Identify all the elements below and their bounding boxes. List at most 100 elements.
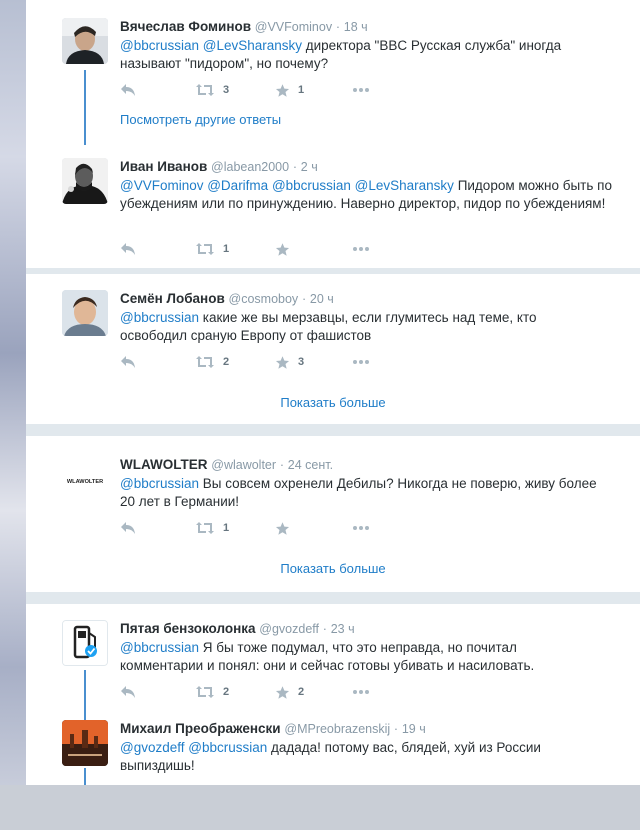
tweet[interactable]: Иван Иванов @labean2000 · 2 ч @VVFominov… (26, 158, 640, 268)
star-icon (275, 83, 290, 97)
show-more-link[interactable]: Показать больше (26, 395, 640, 410)
more-button[interactable] (352, 353, 370, 371)
avatar[interactable]: WLAWOLTER (62, 456, 108, 502)
user-handle[interactable]: @wlawolter (211, 458, 276, 472)
avatar[interactable] (62, 158, 108, 204)
tweet-actions: 1 (120, 240, 420, 258)
avatar[interactable] (62, 290, 108, 336)
user-name[interactable]: Михаил Преображенски (120, 721, 281, 736)
conversation-card: Семён Лобанов @cosmoboy · 20 ч @bbcrussi… (26, 274, 640, 424)
tweet[interactable]: WLAWOLTER WLAWOLTER @wlawolter · 24 сент… (26, 456, 640, 566)
reply-button[interactable] (120, 519, 136, 537)
reply-button[interactable] (120, 353, 136, 371)
more-horizontal-icon (353, 690, 369, 694)
like-button[interactable]: 2 (275, 683, 304, 701)
like-button[interactable]: 3 (275, 353, 304, 371)
mention-link[interactable]: @VVFominov @Darifma @bbcrussian @LevShar… (120, 178, 454, 193)
mention-link[interactable]: @bbcrussian @LevSharansky (120, 38, 302, 53)
avatar[interactable] (62, 720, 108, 766)
separator-dot: · (301, 292, 307, 306)
retweet-button[interactable]: 1 (195, 240, 229, 258)
star-icon (275, 685, 290, 699)
retweet-icon (196, 243, 214, 255)
retweet-button[interactable]: 3 (195, 81, 229, 99)
show-more-link[interactable]: Показать больше (26, 561, 640, 576)
tweet-text: @bbcrussian Я бы тоже подумал, что это н… (120, 639, 580, 675)
user-handle[interactable]: @cosmoboy (229, 292, 299, 306)
user-name[interactable]: Пятая бензоколонка (120, 621, 256, 636)
user-handle[interactable]: @VVFominov (255, 20, 332, 34)
mention-link[interactable]: @gvozdeff @bbcrussian (120, 740, 267, 755)
tweet-text: @bbcrussian какие же вы мерзавцы, если г… (120, 309, 560, 345)
like-count: 2 (298, 686, 305, 698)
tweet[interactable]: Михаил Преображенски @MPreobrazenskij · … (26, 720, 640, 830)
timestamp[interactable]: 23 ч (331, 622, 355, 636)
like-count: 1 (298, 84, 305, 96)
timestamp[interactable]: 20 ч (310, 292, 334, 306)
reply-icon (121, 84, 135, 96)
more-replies-link[interactable]: Посмотреть другие ответы (120, 112, 281, 127)
retweet-icon (196, 356, 214, 368)
retweet-count: 2 (223, 356, 230, 368)
more-horizontal-icon (353, 88, 369, 92)
like-button[interactable] (275, 519, 298, 537)
mention-link[interactable]: @bbcrussian (120, 310, 199, 325)
retweet-button[interactable]: 2 (195, 683, 229, 701)
tweet-actions: 2 2 (120, 683, 420, 701)
timestamp[interactable]: 18 ч (344, 20, 368, 34)
reply-icon (121, 356, 135, 368)
retweet-button[interactable]: 1 (195, 519, 229, 537)
timestamp[interactable]: 24 сент. (288, 458, 333, 472)
tweet-text: @bbcrussian @LevSharansky директора "BBC… (120, 37, 620, 73)
user-name[interactable]: WLAWOLTER (120, 457, 207, 472)
user-name[interactable]: Вячеслав Фоминов (120, 19, 251, 34)
tweet-timeline: Вячеслав Фоминов @VVFominov · 18 ч @bbcr… (26, 0, 640, 785)
reply-button[interactable] (120, 683, 136, 701)
avatar[interactable] (62, 18, 108, 64)
tweet-header: Семён Лобанов @cosmoboy · 20 ч (120, 290, 334, 308)
background-strip (0, 0, 26, 785)
tweet-text: @gvozdeff @bbcrussian дадада! потому вас… (120, 739, 560, 775)
retweet-count: 2 (223, 686, 230, 698)
tweet[interactable]: Пятая бензоколонка @gvozdeff · 23 ч @bbc… (26, 620, 640, 730)
tweet-header: WLAWOLTER @wlawolter · 24 сент. (120, 456, 333, 474)
tweet-header: Вячеслав Фоминов @VVFominov · 18 ч (120, 18, 368, 36)
mention-link[interactable]: @bbcrussian (120, 476, 199, 491)
retweet-icon (196, 84, 214, 96)
like-button[interactable] (275, 240, 298, 258)
more-button[interactable] (352, 683, 370, 701)
star-icon (275, 521, 290, 535)
more-button[interactable] (352, 240, 370, 258)
more-horizontal-icon (353, 526, 369, 530)
more-button[interactable] (352, 81, 370, 99)
more-button[interactable] (352, 519, 370, 537)
more-horizontal-icon (353, 247, 369, 251)
mention-link[interactable]: @bbcrussian (120, 640, 199, 655)
user-handle[interactable]: @labean2000 (211, 160, 289, 174)
more-horizontal-icon (353, 360, 369, 364)
reply-button[interactable] (120, 81, 136, 99)
separator-dot: · (393, 722, 399, 736)
user-name[interactable]: Иван Иванов (120, 159, 207, 174)
tweet-header: Иван Иванов @labean2000 · 2 ч (120, 158, 318, 176)
user-name[interactable]: Семён Лобанов (120, 291, 225, 306)
user-handle[interactable]: @MPreobrazenskij (284, 722, 390, 736)
timestamp[interactable]: 19 ч (402, 722, 426, 736)
timestamp[interactable]: 2 ч (301, 160, 318, 174)
like-button[interactable]: 1 (275, 81, 304, 99)
tweet-actions: 3 1 (120, 81, 420, 99)
reply-button[interactable] (120, 240, 136, 258)
user-handle[interactable]: @gvozdeff (259, 622, 319, 636)
tweet[interactable]: Вячеслав Фоминов @VVFominov · 18 ч @bbcr… (26, 18, 640, 128)
retweet-button[interactable]: 2 (195, 353, 229, 371)
tweet-text: @bbcrussian Вы совсем охренели Дебилы? Н… (120, 475, 610, 511)
conversation-card: Вячеслав Фоминов @VVFominov · 18 ч @bbcr… (26, 0, 640, 268)
avatar-logo-text: WLAWOLTER (67, 479, 103, 485)
reply-icon (121, 686, 135, 698)
tweet[interactable]: Семён Лобанов @cosmoboy · 20 ч @bbcrussi… (26, 290, 640, 400)
avatar[interactable] (62, 620, 108, 666)
retweet-icon (196, 686, 214, 698)
conversation-card: Пятая бензоколонка @gvozdeff · 23 ч @bbc… (26, 604, 640, 785)
star-icon (275, 242, 290, 256)
separator-dot: · (292, 160, 298, 174)
